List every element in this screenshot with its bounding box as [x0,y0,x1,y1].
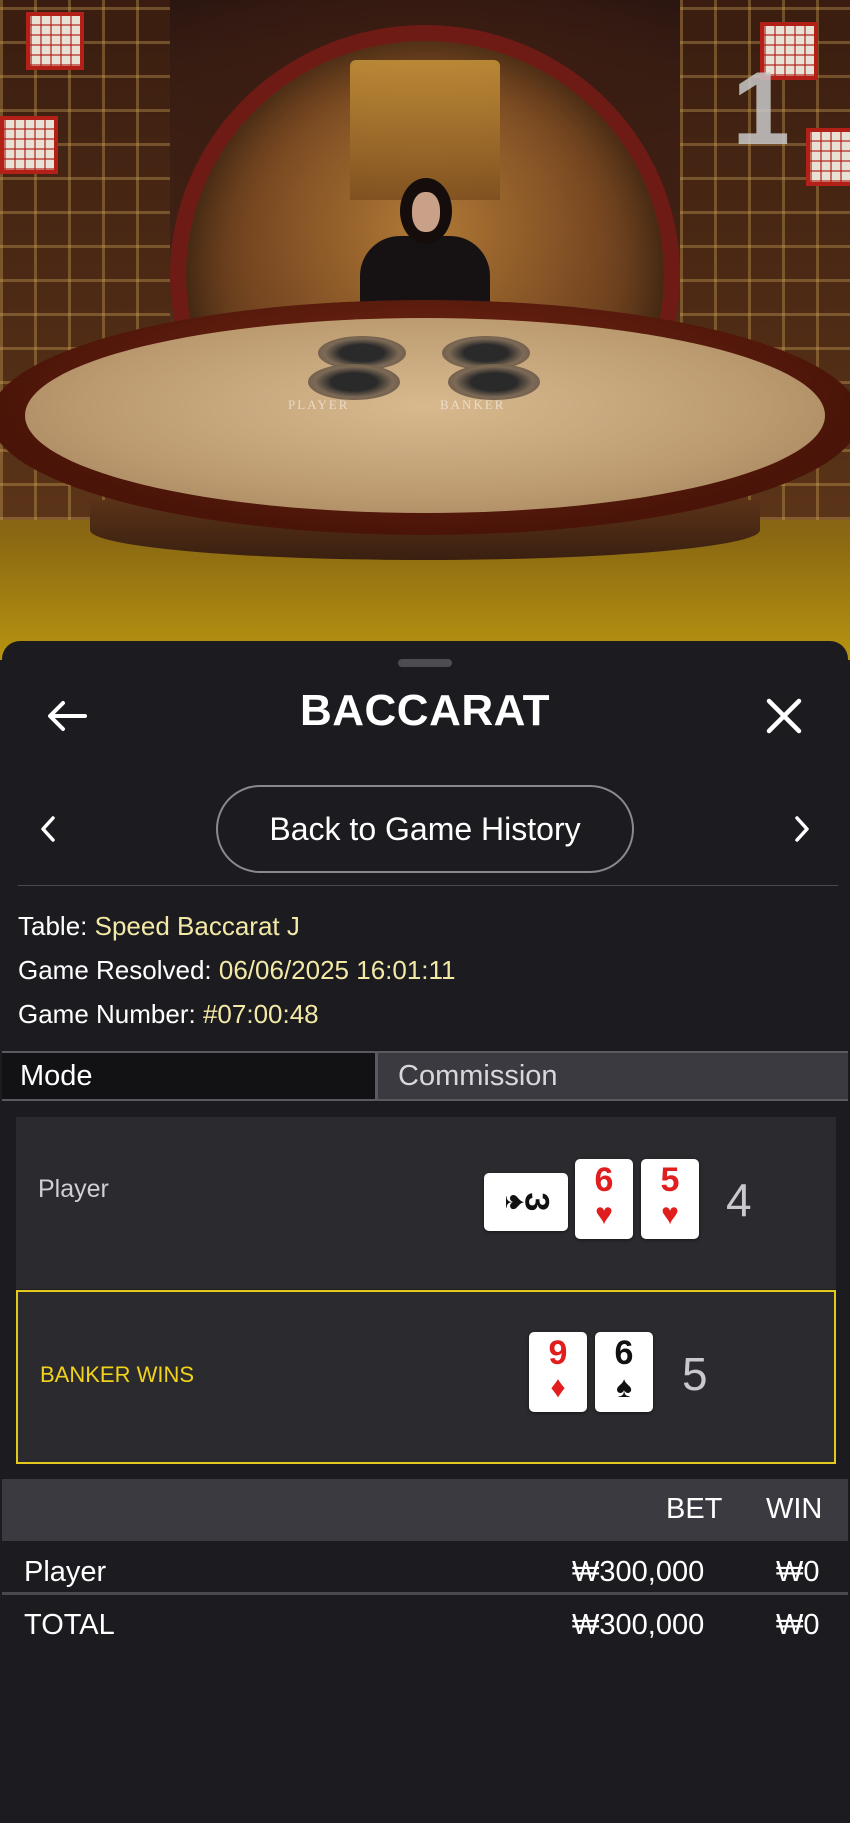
playing-card: 9 ♦ [529,1332,587,1412]
info-resolved: Game Resolved: 06/06/2025 16:01:11 [18,955,456,986]
card-rank: 6 [614,1334,634,1372]
felt-label-banker: BANKER [440,397,506,412]
info-table-value: Speed Baccarat J [94,911,300,941]
card-rank: 6 [594,1161,614,1199]
game-details-sheet: BACCARAT Back to Game History Table: Spe… [2,641,848,1823]
table-felt [25,318,825,513]
lantern-decoration [0,116,58,174]
back-to-game-history-button[interactable]: Back to Game History [216,785,634,873]
card-rank: 3 [516,1192,555,1212]
card-shoe-banker [448,364,540,400]
playing-card: 6 ♠ [595,1332,653,1412]
total-bet-amount: ₩300,000 [572,1609,705,1641]
total-label: TOTAL [24,1609,115,1641]
chevron-left-icon [41,816,55,842]
spade-suit-icon: ♠ [616,1371,632,1404]
live-video-stream: PLAYER BANKER 1 [0,0,850,660]
info-table-label: Table: [18,911,88,941]
info-resolved-value: 06/06/2025 16:01:11 [218,955,456,985]
previous-game-button[interactable] [28,809,68,849]
divider [18,885,838,886]
mode-tabs: Mode Commission [2,1051,848,1101]
banker-hand-panel: BANKER WINS 9 ♦ 6 ♠ 5 [16,1290,836,1464]
tab-mode[interactable]: Mode [2,1053,378,1099]
close-button[interactable] [757,689,811,743]
page-title: BACCARAT [299,686,551,735]
info-resolved-label: Game Resolved: [18,955,212,985]
playing-card: 6 ♥ [575,1159,633,1239]
playing-card: 5 ♥ [641,1159,699,1239]
heart-suit-icon: ♥ [595,1198,613,1231]
tab-commission[interactable]: Commission [378,1053,848,1099]
close-icon [766,698,802,734]
info-game-number: Game Number: #07:00:48 [18,999,319,1030]
lantern-decoration [806,128,850,186]
total-row: TOTAL ₩300,000 ₩0 [2,1599,848,1651]
banker-wins-label: BANKER WINS [40,1362,195,1387]
bets-table-header: BET WIN [2,1479,848,1541]
table-row: Player ₩300,000 ₩0 [2,1546,848,1598]
sheet-drag-handle[interactable] [398,659,452,667]
bet-amount: ₩300,000 [572,1556,705,1588]
bet-column-header: BET [666,1493,723,1525]
win-amount: ₩0 [776,1556,820,1588]
banker-score: 5 [682,1348,708,1400]
table-number: 1 [732,51,790,167]
dealer-face [412,192,440,232]
felt-label-player: PLAYER [288,397,350,412]
player-hand-panel: Player ♠ 3 6 ♥ 5 ♥ 4 [16,1117,836,1289]
player-hand-label: Player [38,1175,109,1203]
card-shoe-player [308,364,400,400]
diamond-suit-icon: ♦ [550,1371,566,1404]
card-rank: 5 [660,1161,680,1199]
info-number-label: Game Number: [18,999,196,1029]
total-win-amount: ₩0 [776,1609,820,1641]
lantern-decoration [26,12,84,70]
card-rank: 9 [548,1334,568,1372]
bet-name: Player [24,1556,107,1588]
row-divider [2,1592,848,1595]
player-score: 4 [726,1174,752,1226]
heart-suit-icon: ♥ [661,1198,679,1231]
info-table: Table: Speed Baccarat J [18,911,300,942]
win-column-header: WIN [766,1493,823,1525]
playing-card: ♠ 3 [484,1173,568,1231]
next-game-button[interactable] [782,809,822,849]
info-number-value: #07:00:48 [202,999,319,1029]
chevron-right-icon [795,816,809,842]
